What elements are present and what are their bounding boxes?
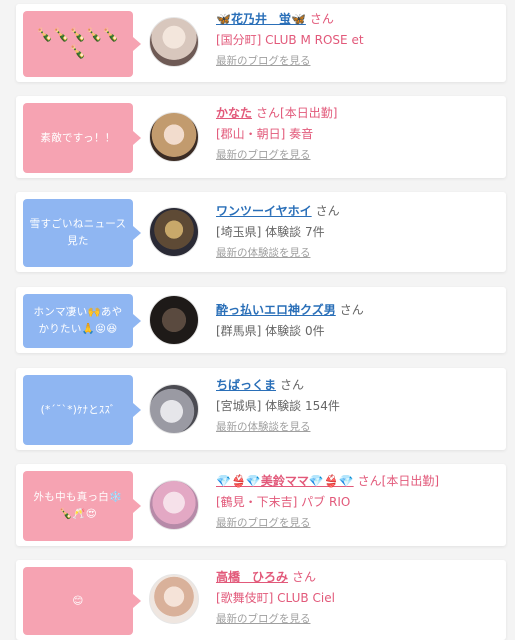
entry-info: かなた さん[本日出勤] [郡山・朝日] 奏音 最新のブログを見る bbox=[216, 104, 498, 162]
message-bubble: 素敵ですっ！！ bbox=[23, 103, 141, 173]
message-card: 素敵ですっ！！ かなた さん[本日出勤] [郡山・朝日] 奏音 最新のブログを見る bbox=[16, 96, 506, 178]
message-bubble: 😊 bbox=[23, 567, 141, 635]
user-info: [埼玉県] 体験談 7件 bbox=[216, 225, 325, 239]
entry-info: 酔っ払いエロ神クズ男 さん [群馬県] 体験談 0件 bbox=[216, 301, 498, 340]
avatar[interactable] bbox=[149, 574, 199, 624]
latest-blog-link[interactable]: 最新のブログを見る bbox=[216, 147, 311, 162]
avatar[interactable] bbox=[149, 384, 199, 434]
message-bubble: 雪すごいねニュース見た bbox=[23, 199, 141, 267]
entry-info: 💎👙💎美鈴ママ💎👙💎 さん[本日出勤] [鶴見・下末吉] パブ RIO 最新のブロ… bbox=[216, 472, 498, 530]
honorific: さん bbox=[280, 378, 305, 392]
avatar[interactable] bbox=[149, 17, 199, 67]
cast-name-link[interactable]: 🦋花乃井 蛍🦋 bbox=[216, 12, 306, 26]
cast-name-link[interactable]: かなた bbox=[216, 106, 252, 120]
avatar[interactable] bbox=[149, 112, 199, 162]
message-card: 雪すごいねニュース見た ワンツーイヤホイ さん [埼玉県] 体験談 7件 最新の体… bbox=[16, 192, 506, 272]
message-bubble: 🍾🍾🍾🍾🍾🍾 bbox=[23, 11, 141, 77]
entry-info: ワンツーイヤホイ さん [埼玉県] 体験談 7件 最新の体験談を見る bbox=[216, 202, 498, 260]
latest-blog-link[interactable]: 最新のブログを見る bbox=[216, 611, 311, 626]
message-card: 🍾🍾🍾🍾🍾🍾 🦋花乃井 蛍🦋 さん [国分町] CLUB M ROSE et 最新… bbox=[16, 4, 506, 82]
latest-review-link[interactable]: 最新の体験談を見る bbox=[216, 419, 311, 434]
message-bubble: ホンマ凄い🙌あやかりたい🙏😝😆 bbox=[23, 294, 141, 348]
avatar[interactable] bbox=[149, 295, 199, 345]
message-list: 🍾🍾🍾🍾🍾🍾 🦋花乃井 蛍🦋 さん [国分町] CLUB M ROSE et 最新… bbox=[0, 0, 515, 640]
honorific: さん bbox=[309, 12, 334, 26]
message-card: 外も中も真っ白❄️🍾🥂😍 💎👙💎美鈴ママ💎👙💎 さん[本日出勤] [鶴見・下末吉]… bbox=[16, 464, 506, 546]
user-name-link[interactable]: ちばっくま bbox=[216, 378, 276, 392]
latest-blog-link[interactable]: 最新のブログを見る bbox=[216, 53, 311, 68]
user-name-link[interactable]: 酔っ払いエロ神クズ男 bbox=[216, 303, 336, 317]
honorific: さん bbox=[292, 570, 317, 584]
shop-info: [国分町] CLUB M ROSE et bbox=[216, 33, 364, 47]
entry-info: 高橋 ひろみ さん [歌舞伎町] CLUB Ciel 最新のブログを見る bbox=[216, 568, 498, 626]
message-bubble: 外も中も真っ白❄️🍾🥂😍 bbox=[23, 471, 141, 541]
shop-info: [歌舞伎町] CLUB Ciel bbox=[216, 591, 335, 605]
entry-info: ちばっくま さん [宮城県] 体験談 154件 最新の体験談を見る bbox=[216, 376, 498, 434]
message-card: ホンマ凄い🙌あやかりたい🙏😝😆 酔っ払いエロ神クズ男 さん [群馬県] 体験談 0… bbox=[16, 287, 506, 353]
avatar[interactable] bbox=[149, 480, 199, 530]
honorific: さん[本日出勤] bbox=[357, 474, 440, 488]
user-name-link[interactable]: ワンツーイヤホイ bbox=[216, 204, 312, 218]
honorific: さん bbox=[315, 204, 340, 218]
cast-name-link[interactable]: 高橋 ひろみ bbox=[216, 570, 288, 584]
shop-info: [郡山・朝日] 奏音 bbox=[216, 127, 314, 141]
shop-info: [鶴見・下末吉] パブ RIO bbox=[216, 495, 351, 509]
avatar[interactable] bbox=[149, 207, 199, 257]
honorific: さん bbox=[339, 303, 364, 317]
entry-info: 🦋花乃井 蛍🦋 さん [国分町] CLUB M ROSE et 最新のブログを見る bbox=[216, 10, 498, 68]
user-info: [群馬県] 体験談 0件 bbox=[216, 324, 325, 338]
message-bubble: (*´˘`*)ｹﾅとｽｽﾞ bbox=[23, 375, 141, 445]
user-info: [宮城県] 体験談 154件 bbox=[216, 399, 340, 413]
message-card: (*´˘`*)ｹﾅとｽｽﾞ ちばっくま さん [宮城県] 体験談 154件 最新の… bbox=[16, 368, 506, 450]
honorific: さん[本日出勤] bbox=[256, 106, 338, 120]
message-card: 😊 高橋 ひろみ さん [歌舞伎町] CLUB Ciel 最新のブログを見る bbox=[16, 560, 506, 640]
latest-blog-link[interactable]: 最新のブログを見る bbox=[216, 515, 311, 530]
latest-review-link[interactable]: 最新の体験談を見る bbox=[216, 245, 311, 260]
cast-name-link[interactable]: 💎👙💎美鈴ママ💎👙💎 bbox=[216, 474, 354, 488]
